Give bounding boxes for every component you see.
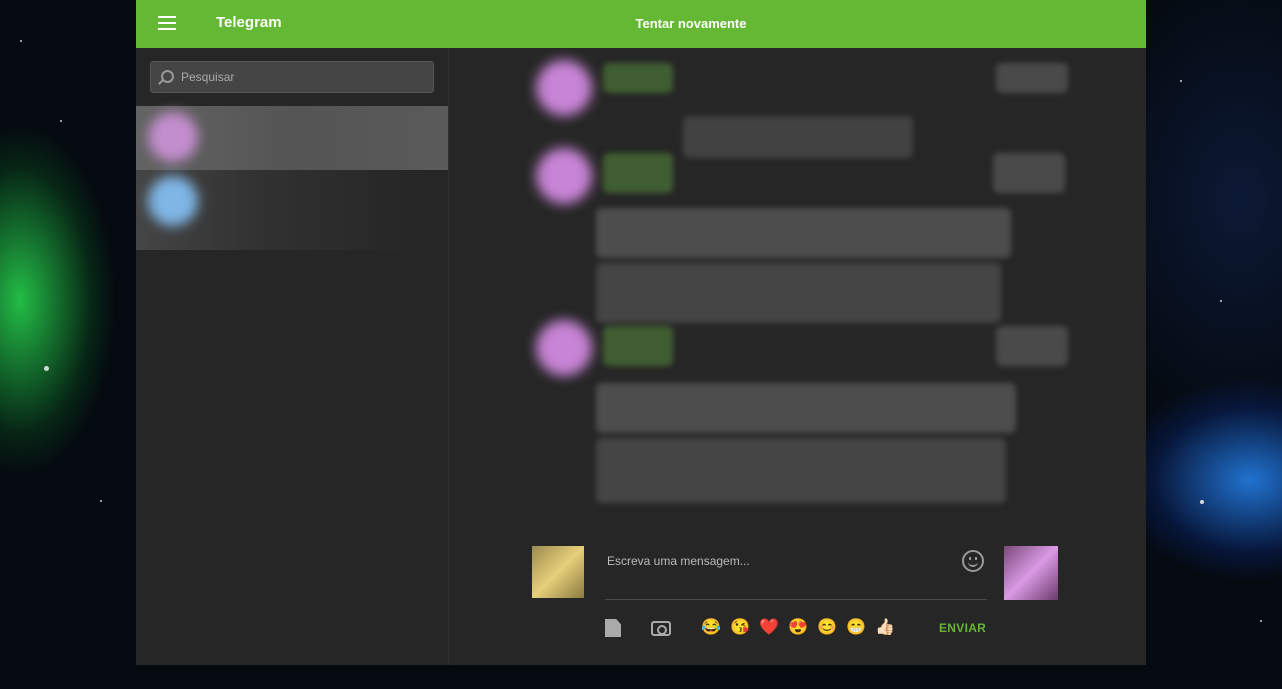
background-star (60, 120, 62, 122)
sender-name (603, 153, 673, 193)
search-input[interactable] (179, 66, 423, 88)
background-star (1180, 80, 1182, 82)
send-button[interactable]: ENVIAR (939, 621, 986, 635)
message-avatar (536, 148, 592, 204)
top-bar: Telegram Tentar novamente (136, 0, 1146, 48)
search-icon (161, 70, 174, 83)
attach-photo-icon[interactable] (651, 621, 671, 636)
emoji-thumbs-up[interactable]: 👍🏻 (875, 618, 895, 638)
message-avatar (536, 60, 592, 116)
avatar (148, 112, 198, 162)
message-text (596, 383, 1016, 433)
sidebar (136, 48, 449, 665)
message-text (596, 208, 1011, 258)
background-star (20, 40, 22, 42)
message-time (993, 153, 1065, 193)
search-box[interactable] (150, 61, 434, 93)
message-input[interactable] (605, 550, 991, 572)
background-star (1260, 620, 1262, 622)
chat-list-item[interactable] (136, 106, 448, 170)
background-star (1220, 300, 1222, 302)
sender-name (603, 326, 673, 366)
message-text (596, 438, 1006, 503)
sender-name (603, 63, 673, 93)
input-underline (605, 599, 987, 600)
background-star (44, 366, 49, 371)
emoji-tears-of-joy[interactable]: 😂 (701, 618, 721, 638)
message-composer: 😂 😘 ❤️ 😍 😊 😁 👍🏻 ENVIAR (526, 538, 1086, 648)
background-star (1200, 500, 1204, 504)
peer-avatar (532, 546, 584, 598)
telegram-window: Telegram Tentar novamente Pesquisar Escr… (136, 0, 1146, 665)
own-avatar[interactable] (1004, 546, 1058, 600)
chat-list-item[interactable] (136, 170, 448, 250)
emoji-smile[interactable]: 😊 (817, 618, 837, 638)
emoji-heart[interactable]: ❤️ (759, 618, 779, 638)
emoji-grin[interactable]: 😁 (846, 618, 866, 638)
emoji-kiss[interactable]: 😘 (730, 618, 750, 638)
background-star (100, 500, 102, 502)
emoji-heart-eyes[interactable]: 😍 (788, 618, 808, 638)
message-text (596, 263, 1001, 323)
avatar (148, 176, 198, 226)
attach-file-icon[interactable] (605, 619, 621, 637)
retry-connection-link[interactable]: Tentar novamente (136, 16, 1146, 31)
emoji-picker-icon[interactable] (962, 550, 984, 572)
message-time (996, 63, 1068, 93)
message-text (683, 116, 913, 158)
message-time (996, 326, 1068, 366)
message-avatar (536, 320, 592, 376)
